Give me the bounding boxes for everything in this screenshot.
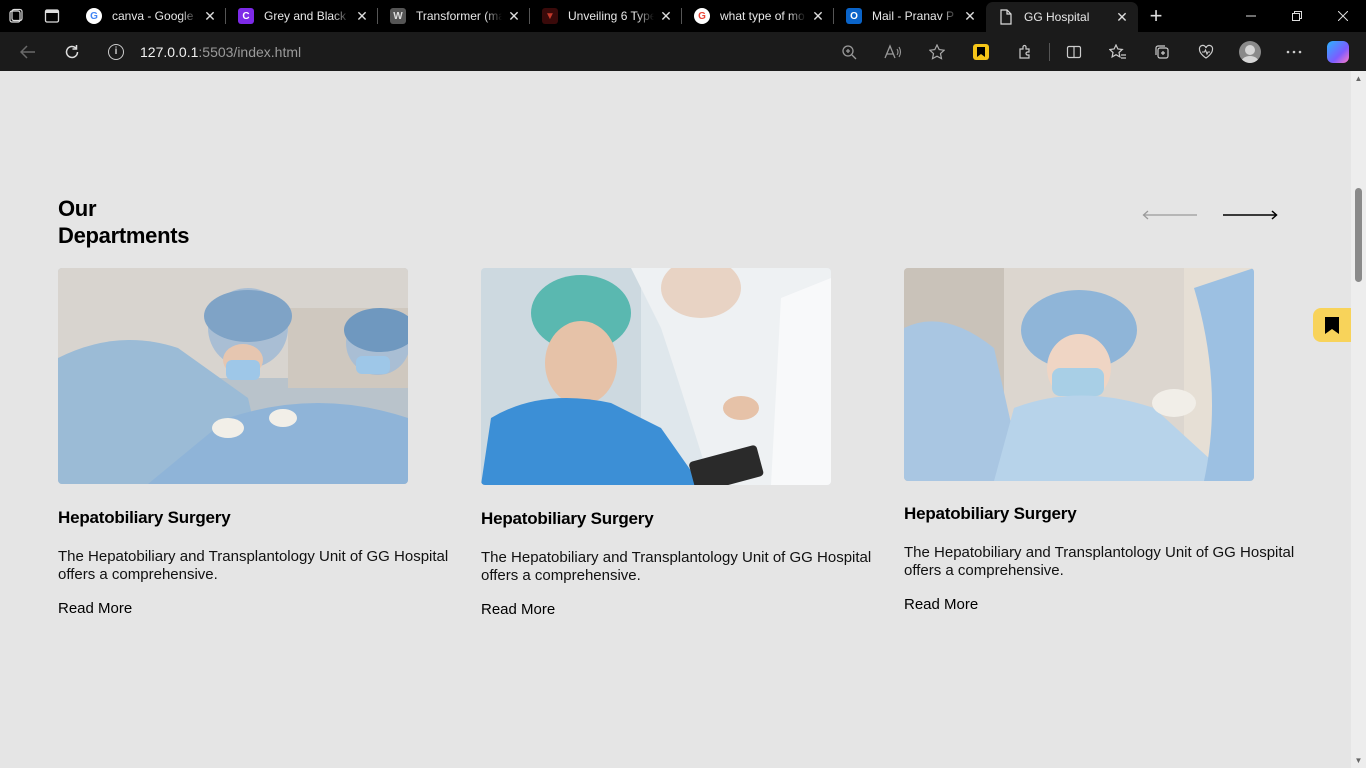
close-tab-icon[interactable]: ✕ [506,8,522,25]
split-screen-icon[interactable] [1052,32,1096,71]
close-window-icon[interactable] [1320,0,1366,32]
vertical-tabs-icon[interactable] [36,0,68,32]
url-field[interactable]: i 127.0.0.1:5503/index.html [108,37,301,67]
department-title: Hepatobiliary Surgery [904,504,1077,523]
department-description: The Hepatobiliary and Transplantology Un… [904,544,1295,579]
outlook-icon: O [846,8,862,24]
extensions-icon[interactable] [1003,32,1047,71]
toolbar-divider [1049,42,1050,61]
read-aloud-icon[interactable] [871,32,915,71]
bookmark-icon [1325,316,1339,334]
workspaces-icon[interactable] [0,0,32,32]
section-title: Our Departments [58,195,189,249]
scrollbar-thumb[interactable] [1355,188,1362,282]
url-host: 127.0.0.1 [140,43,199,60]
department-card: Hepatobiliary Surgery The Hepatobiliary … [58,268,458,618]
back-icon[interactable] [6,32,50,71]
more-options-icon[interactable] [1272,32,1316,71]
department-description: The Hepatobiliary and Transplantology Un… [58,548,449,583]
tab-title: Mail - Pranav P I [872,9,958,23]
google-icon: G [694,8,710,24]
profile-avatar[interactable] [1228,32,1272,71]
restore-icon[interactable] [1274,0,1320,32]
tab-title: Grey and Black M [264,9,350,23]
new-tab-button[interactable]: + [1138,0,1174,32]
tab-strip: G canva - Google S ✕ C Grey and Black M … [0,0,1366,32]
tab-title: canva - Google S [112,9,198,23]
read-more-link[interactable]: Read More [904,596,978,613]
browser-tab[interactable]: ▼ Unveiling 6 Type ✕ [530,0,682,32]
department-title: Hepatobiliary Surgery [481,509,654,528]
department-card: Hepatobiliary Surgery The Hepatobiliary … [904,268,1304,614]
refresh-icon[interactable] [50,32,94,71]
favorites-icon[interactable] [1096,32,1140,71]
browser-tab[interactable]: W Transformer (ma ✕ [378,0,530,32]
address-bar: i 127.0.0.1:5503/index.html [0,32,1366,71]
toolbar [827,32,1366,71]
close-tab-icon[interactable]: ✕ [354,8,370,25]
close-tab-icon[interactable]: ✕ [202,8,218,25]
bookmark-extension-icon[interactable] [959,32,1003,71]
tab-title: what type of mo [720,9,805,23]
close-tab-icon[interactable]: ✕ [658,8,674,25]
surgeon-in-operation-photo [904,268,1254,481]
browser-tab-active[interactable]: GG Hospital ✕ [986,2,1138,32]
read-more-link[interactable]: Read More [58,600,132,617]
browser-tab[interactable]: G what type of mo ✕ [682,0,834,32]
tab-title: GG Hospital [1024,10,1090,24]
nurse-with-tablet-photo [481,268,831,485]
section-title-line-1: Our [58,196,97,221]
collections-icon[interactable] [1140,32,1184,71]
read-more-link[interactable]: Read More [481,601,555,618]
wikipedia-icon: W [390,8,406,24]
bookmark-extension-tab[interactable] [1313,308,1351,342]
zoom-icon[interactable] [827,32,871,71]
copilot-icon[interactable] [1316,32,1360,71]
vertical-scrollbar[interactable]: ▲ ▼ [1351,71,1366,768]
site-info-icon[interactable]: i [108,43,124,60]
surgeons-operating-photo [58,268,408,484]
browser-tab[interactable]: G canva - Google S ✕ [74,0,226,32]
tab-title: Transformer (ma [416,9,502,23]
browser-tab[interactable]: C Grey and Black M ✕ [226,0,378,32]
minimize-icon[interactable] [1228,0,1274,32]
browser-essentials-icon[interactable] [1184,32,1228,71]
department-title: Hepatobiliary Surgery [58,508,231,527]
shield-icon: ▼ [542,8,558,24]
url-path: :5503/index.html [198,43,302,60]
close-tab-icon[interactable]: ✕ [962,8,978,25]
favorite-star-icon[interactable] [915,32,959,71]
browser-tab[interactable]: O Mail - Pranav P I ✕ [834,0,986,32]
page-viewport: Our Departments Hepatobiliary Surgery Th… [0,71,1366,768]
department-card: Hepatobiliary Surgery The Hepatobiliary … [481,268,881,619]
google-icon: G [86,8,102,24]
page-icon [998,9,1014,25]
carousel-prev-arrow-icon[interactable] [1142,210,1198,220]
canva-icon: C [238,8,254,24]
scroll-up-arrow-icon[interactable]: ▲ [1354,74,1363,83]
close-tab-icon[interactable]: ✕ [810,8,826,25]
carousel-next-arrow-icon[interactable] [1222,210,1278,220]
scroll-down-arrow-icon[interactable]: ▼ [1354,756,1363,765]
close-tab-icon[interactable]: ✕ [1114,9,1130,26]
window-controls [1228,0,1366,32]
section-title-line-2: Departments [58,223,190,248]
department-description: The Hepatobiliary and Transplantology Un… [481,549,872,584]
tab-title: Unveiling 6 Type [568,9,654,23]
